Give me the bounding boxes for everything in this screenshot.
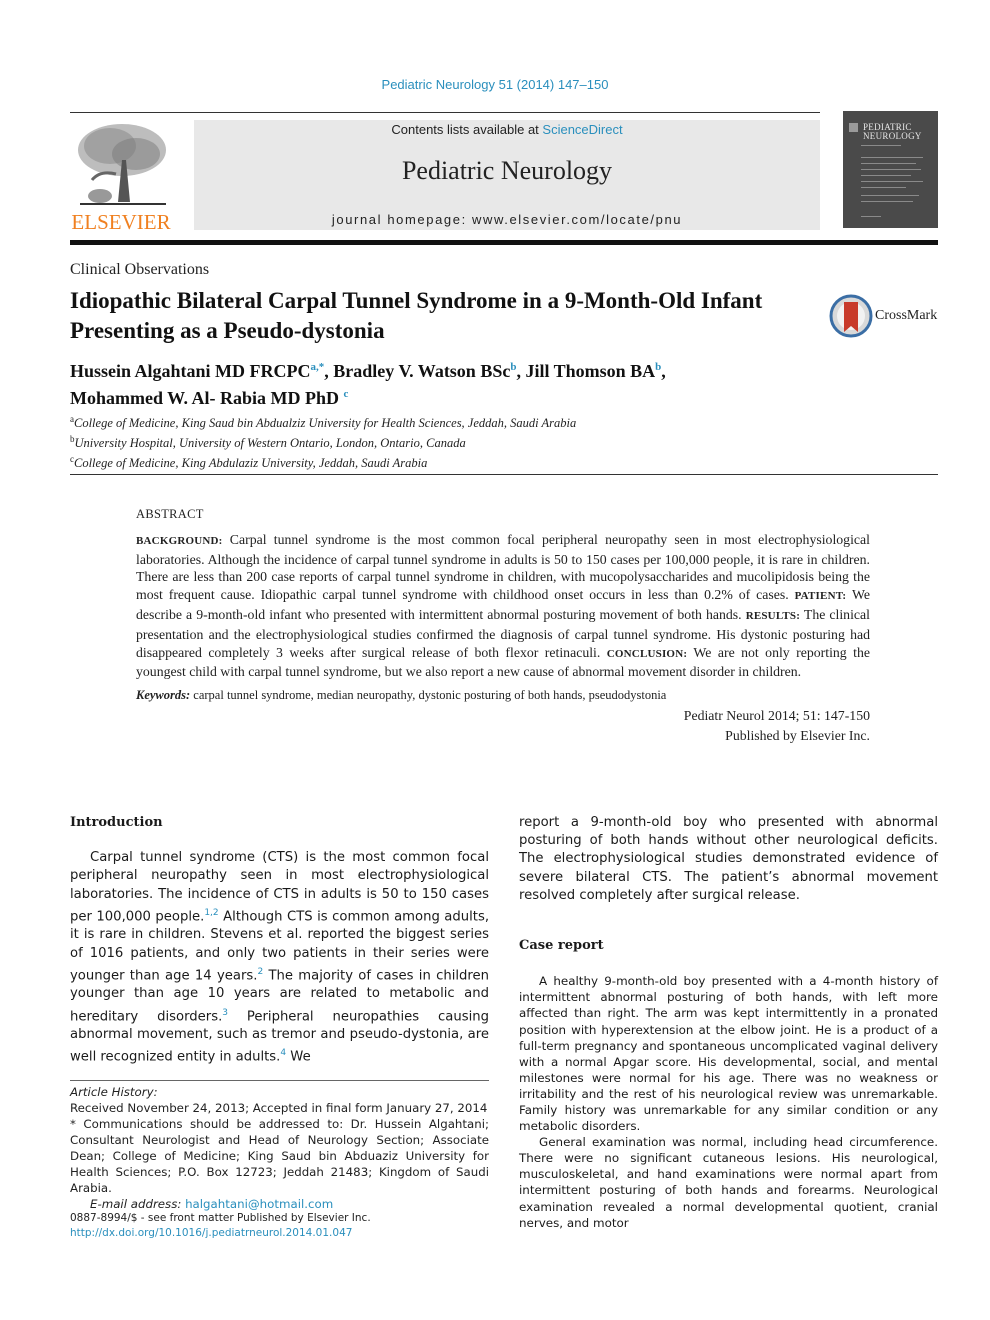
keywords: Keywords: carpal tunnel syndrome, median… [136, 687, 870, 705]
citation-line: Pediatr Neurol 2014; 51: 147-150 [683, 707, 870, 723]
elsevier-tree-icon [78, 124, 166, 205]
introduction-paragraph: Carpal tunnel syndrome (CTS) is the most… [70, 849, 489, 1067]
cover-text-line [861, 157, 923, 158]
cover-text-line [861, 187, 906, 188]
cover-logo-icon [849, 123, 858, 132]
cover-title-line2: NEUROLOGY [863, 131, 922, 141]
case-report-paragraph: General examination was normal, includin… [519, 1135, 938, 1230]
case-report-paragraph: A healthy 9-month-old boy presented with… [519, 974, 938, 1134]
sciencedirect-link[interactable]: ScienceDirect [542, 122, 622, 137]
cover-text-line [861, 163, 916, 164]
cover-text-line [861, 145, 901, 146]
contents-prefix: Contents lists available at [391, 122, 543, 137]
header-top-rule [70, 112, 820, 113]
author-separator: , [324, 361, 334, 381]
article-section-label: Clinical Observations [70, 261, 210, 278]
journal-header-box: Contents lists available at ScienceDirec… [194, 120, 820, 230]
history-label: Article History: [70, 1085, 158, 1099]
abstract-label-results: RESULTS: [745, 609, 801, 622]
article-history-footnote: Article History: Received November 24, 2… [70, 1084, 489, 1212]
right-column: report a 9-month-old boy who presented w… [519, 814, 938, 1231]
affiliation-rule [70, 474, 938, 475]
history-dates: Received November 24, 2013; Accepted in … [70, 1101, 488, 1115]
crossmark-label: CrossMark [875, 308, 938, 323]
affiliation-text: College of Medicine, King Abdulaziz Univ… [74, 456, 428, 471]
issn-line: 0887-8994/$ - see front matter Published… [70, 1212, 371, 1224]
author-name: Bradley V. Watson BSc [333, 361, 511, 381]
case-report-body: A healthy 9-month-old boy presented with… [519, 973, 938, 1231]
author-name: Hussein Algahtani MD FRCPC [70, 361, 311, 381]
abstract-label-conclusion: CONCLUSION: [606, 647, 688, 660]
affiliation-list: aCollege of Medicine, King Saud bin Abdu… [70, 411, 930, 471]
correspondence-note: * Communications should be addressed to:… [70, 1117, 489, 1195]
journal-cover-thumbnail[interactable]: PEDIATRIC NEUROLOGY [843, 111, 938, 228]
author-name: Jill Thomson BA [525, 361, 656, 381]
cover-text-line [861, 216, 881, 217]
author[interactable]: Mohammed W. Al- Rabia MD PhD c [70, 388, 348, 408]
introduction-heading: Introduction [70, 815, 163, 830]
abstract: ABSTRACT BACKGROUND: Carpal tunnel syndr… [136, 506, 870, 746]
author-name: Mohammed W. Al- Rabia MD PhD [70, 388, 340, 408]
journal-reference-link[interactable]: Pediatric Neurology 51 (2014) 147–150 [0, 77, 990, 92]
journal-homepage-link[interactable]: journal homepage: www.elsevier.com/locat… [194, 212, 820, 227]
cover-text-line [861, 169, 921, 170]
cover-text-line [861, 195, 919, 196]
footnote-rule [70, 1080, 489, 1081]
author[interactable]: Hussein Algahtani MD FRCPCa,*, [70, 361, 333, 381]
email-label: E-mail address: [90, 1197, 186, 1211]
cover-text-line [861, 201, 913, 202]
cover-title: PEDIATRIC NEUROLOGY [863, 123, 922, 141]
email-link[interactable]: halgahtani@hotmail.com [185, 1197, 333, 1211]
affiliation-text: University Hospital, University of Weste… [74, 436, 466, 451]
left-column: Introduction Carpal tunnel syndrome (CTS… [70, 814, 489, 1067]
keywords-text: carpal tunnel syndrome, median neuropath… [190, 688, 667, 703]
author-list: Hussein Algahtani MD FRCPCa,*, Bradley V… [70, 356, 830, 410]
introduction-continuation: report a 9-month-old boy who presented w… [519, 815, 938, 903]
reference-link[interactable]: 1,2 [204, 908, 218, 918]
publisher-line: Published by Elsevier Inc. [725, 727, 870, 743]
abstract-label-patient: PATIENT: [794, 590, 847, 603]
affiliation: aCollege of Medicine, King Saud bin Abdu… [70, 411, 930, 431]
cover-text-line [861, 175, 911, 176]
author[interactable]: Jill Thomson BAb, [525, 361, 665, 381]
abstract-label-background: BACKGROUND: [136, 534, 223, 547]
abstract-body: BACKGROUND: Carpal tunnel syndrome is th… [136, 531, 870, 681]
keywords-label: Keywords: [136, 688, 191, 703]
contents-availability-line: Contents lists available at ScienceDirec… [194, 122, 820, 137]
doi-link[interactable]: http://dx.doi.org/10.1016/j.pediatrneuro… [70, 1226, 371, 1241]
crossmark-button[interactable]: CrossMark [829, 294, 944, 338]
author[interactable]: Bradley V. Watson BScb, [333, 361, 525, 381]
citation-block: Pediatr Neurol 2014; 51: 147-150 Publish… [136, 706, 870, 746]
case-report-heading: Case report [519, 938, 604, 954]
affiliation: cCollege of Medicine, King Abdulaziz Uni… [70, 451, 930, 471]
abstract-text-background: Carpal tunnel syndrome is the most commo… [136, 531, 870, 603]
affiliation: bUniversity Hospital, University of West… [70, 431, 930, 451]
affiliation-marker[interactable]: a,* [311, 361, 325, 373]
intro-text: We [286, 1049, 311, 1065]
email-line: E-mail address: halgahtani@hotmail.com [70, 1196, 489, 1212]
affiliation-text: College of Medicine, King Saud bin Abdua… [74, 416, 577, 431]
elsevier-logo[interactable]: ELSEVIER [70, 120, 172, 235]
cover-text-line [861, 181, 923, 182]
abstract-heading: ABSTRACT [136, 507, 204, 521]
header-thick-rule [70, 240, 938, 245]
journal-name: Pediatric Neurology [401, 156, 613, 185]
author-separator: , [661, 361, 666, 381]
article-title: Idiopathic Bilateral Carpal Tunnel Syndr… [70, 288, 763, 343]
crossmark-icon [829, 294, 873, 338]
elsevier-wordmark: ELSEVIER [71, 210, 171, 234]
affiliation-marker[interactable]: c [344, 388, 349, 400]
issn-block: 0887-8994/$ - see front matter Published… [70, 1211, 371, 1241]
